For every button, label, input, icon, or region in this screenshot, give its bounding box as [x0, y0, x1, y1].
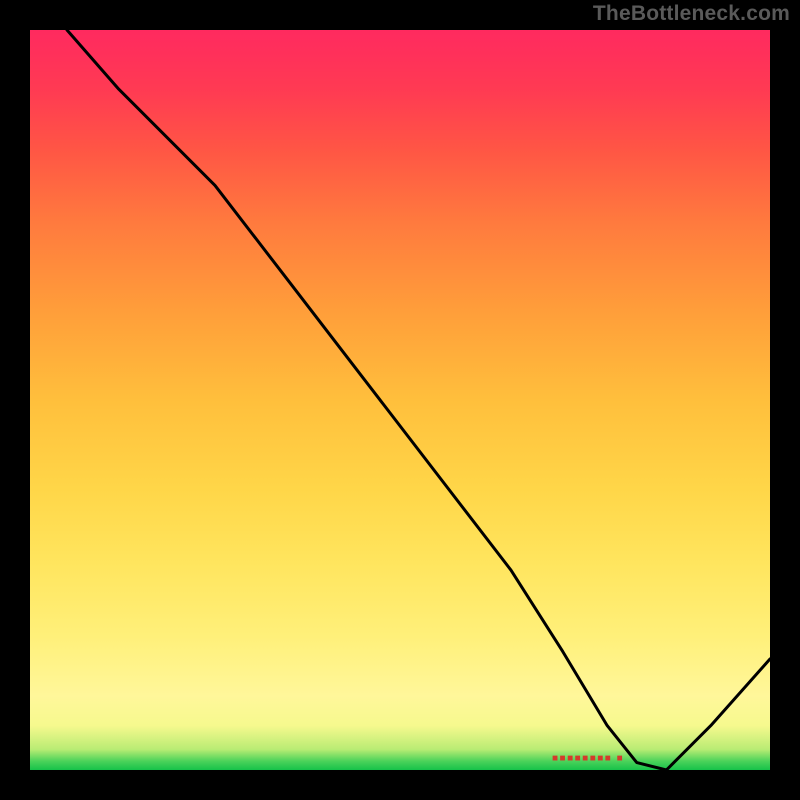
red-bar-annotation: ■■■■■■■■ ■	[552, 753, 624, 764]
watermark-text: TheBottleneck.com	[593, 2, 790, 26]
chart-frame: TheBottleneck.com ■■■■■■■■ ■	[0, 0, 800, 800]
bottleneck-curve	[67, 30, 770, 770]
plot-outer: ■■■■■■■■ ■	[30, 30, 770, 770]
curve-layer	[30, 30, 770, 770]
